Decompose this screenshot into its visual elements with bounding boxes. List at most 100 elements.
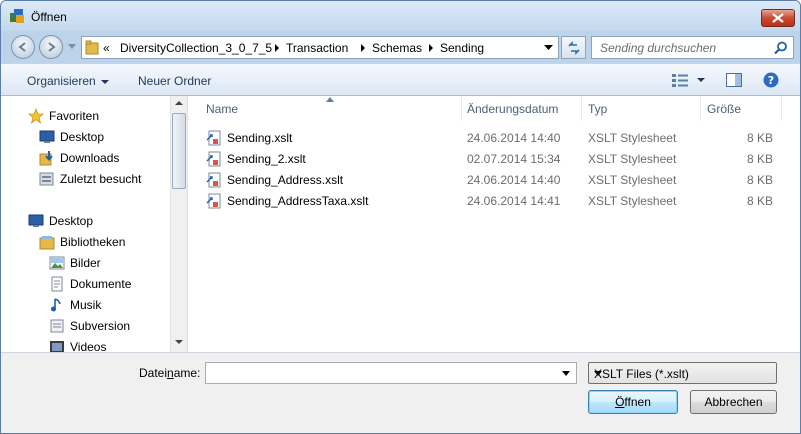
sort-ascending-icon bbox=[326, 97, 334, 102]
file-date: 24.06.2014 14:41 bbox=[467, 194, 561, 208]
nav-item-label: Subversion bbox=[70, 319, 131, 333]
filename-label-accesskey: n bbox=[167, 366, 174, 380]
title-bar[interactable]: Öffnen bbox=[1, 1, 800, 31]
star-icon bbox=[28, 108, 44, 124]
breadcrumb-item[interactable]: Sending bbox=[440, 41, 484, 55]
nav-item-label: Bilder bbox=[70, 256, 101, 270]
filename-combobox[interactable] bbox=[205, 362, 577, 384]
breadcrumb-separator-icon[interactable] bbox=[428, 44, 434, 52]
documents-icon bbox=[51, 276, 63, 292]
nav-item-label: Favoriten bbox=[49, 109, 100, 123]
file-type: XSLT Stylesheet bbox=[588, 152, 677, 166]
nav-item-label: Desktop bbox=[49, 214, 94, 228]
scroll-down-icon[interactable] bbox=[175, 340, 183, 344]
breadcrumb-separator-icon[interactable] bbox=[274, 44, 280, 52]
file-type: XSLT Stylesheet bbox=[588, 194, 677, 208]
forward-arrow-icon bbox=[48, 42, 56, 52]
close-icon bbox=[772, 13, 784, 23]
navigation-pane-scrollbar[interactable] bbox=[170, 96, 187, 352]
file-row[interactable]: Sending.xslt 24.06.2014 14:40 XSLT Style… bbox=[206, 128, 786, 148]
file-name: Sending_Address.xslt bbox=[227, 173, 344, 187]
column-divider[interactable] bbox=[781, 96, 782, 121]
nav-item-label: Desktop bbox=[60, 130, 105, 144]
file-row[interactable]: Sending_Address.xslt 24.06.2014 14:40 XS… bbox=[206, 170, 786, 190]
breadcrumb-item[interactable]: DiversityCollection_3_0_7_5 bbox=[120, 41, 272, 55]
search-box[interactable] bbox=[591, 36, 794, 59]
nav-item-pictures[interactable]: Bilder bbox=[49, 253, 101, 273]
nav-item-label: Downloads bbox=[60, 151, 120, 165]
view-options-chevron-down-icon[interactable] bbox=[697, 78, 705, 82]
back-button[interactable] bbox=[11, 35, 35, 59]
breadcrumb-item[interactable]: Schemas bbox=[372, 41, 422, 55]
breadcrumb-overflow[interactable]: « bbox=[103, 41, 110, 55]
cancel-button[interactable]: Abbrechen bbox=[690, 390, 777, 414]
filename-label: Dateiname: bbox=[139, 366, 200, 380]
desktop-icon bbox=[39, 130, 55, 143]
nav-item-label: Zuletzt besucht bbox=[60, 172, 142, 186]
xslt-file-icon bbox=[206, 130, 221, 146]
nav-item-videos[interactable]: Videos bbox=[49, 337, 106, 352]
desktop-icon bbox=[28, 214, 44, 227]
nav-item-music[interactable]: Musik bbox=[49, 295, 101, 315]
command-bar: Organisieren Neuer Ordner ? bbox=[1, 63, 800, 96]
change-view-icon[interactable] bbox=[672, 74, 688, 87]
scrollbar-thumb[interactable] bbox=[172, 113, 186, 189]
nav-item-downloads[interactable]: Downloads bbox=[39, 148, 119, 168]
help-icon[interactable]: ? bbox=[763, 72, 779, 88]
recent-places-icon bbox=[39, 172, 54, 186]
search-icon[interactable] bbox=[774, 41, 788, 55]
nav-item-label: Dokumente bbox=[70, 277, 132, 291]
column-divider[interactable] bbox=[581, 96, 582, 121]
file-type: XSLT Stylesheet bbox=[588, 131, 677, 145]
column-header-date[interactable]: Änderungsdatum bbox=[467, 96, 558, 121]
organize-label: Organisieren bbox=[27, 74, 96, 88]
column-header-type[interactable]: Typ bbox=[588, 96, 607, 121]
forward-button[interactable] bbox=[39, 35, 63, 59]
organize-menu-button[interactable]: Organisieren bbox=[27, 74, 109, 88]
navigation-pane[interactable]: Favoriten Desktop Downloads Zuletzt besu… bbox=[1, 96, 188, 352]
xslt-file-icon bbox=[206, 151, 221, 167]
column-header-name[interactable]: Name bbox=[206, 96, 238, 121]
navigation-bar: « DiversityCollection_3_0_7_5 Transactio… bbox=[1, 31, 800, 63]
open-button[interactable]: Öffnen bbox=[588, 390, 678, 414]
chevron-down-icon[interactable] bbox=[562, 371, 570, 376]
column-header-size[interactable]: Größe bbox=[707, 96, 741, 121]
file-list[interactable]: Name Änderungsdatum Typ Größe Sending.xs… bbox=[189, 96, 800, 352]
scroll-up-icon[interactable] bbox=[175, 101, 183, 105]
nav-item-libraries[interactable]: Bibliotheken bbox=[39, 232, 125, 252]
open-button-accesskey: Ö bbox=[615, 395, 625, 409]
filename-label-part: ame: bbox=[173, 366, 201, 380]
nav-item-favorites[interactable]: Favoriten bbox=[28, 106, 99, 126]
window-title: Öffnen bbox=[31, 10, 67, 24]
nav-item-subversion[interactable]: Subversion bbox=[49, 316, 130, 336]
refresh-button[interactable] bbox=[561, 36, 586, 59]
file-row[interactable]: Sending_AddressTaxa.xslt 24.06.2014 14:4… bbox=[206, 191, 786, 211]
file-name: Sending_2.xslt bbox=[227, 152, 306, 166]
column-divider[interactable] bbox=[461, 96, 462, 121]
file-size: 8 KB bbox=[746, 173, 773, 187]
search-input[interactable] bbox=[592, 37, 770, 58]
folder-icon bbox=[85, 40, 99, 55]
file-row[interactable]: Sending_2.xslt 02.07.2014 15:34 XSLT Sty… bbox=[206, 149, 786, 169]
breadcrumb-item[interactable]: Transaction bbox=[286, 41, 348, 55]
nav-item-documents[interactable]: Dokumente bbox=[49, 274, 131, 294]
preview-pane-icon[interactable] bbox=[726, 73, 742, 87]
column-divider[interactable] bbox=[700, 96, 701, 121]
breadcrumb-separator-icon[interactable] bbox=[360, 44, 366, 52]
pictures-icon bbox=[49, 256, 65, 270]
new-folder-button[interactable]: Neuer Ordner bbox=[138, 74, 211, 88]
nav-item-recent-places[interactable]: Zuletzt besucht bbox=[39, 169, 141, 189]
nav-item-desktop[interactable]: Desktop bbox=[39, 127, 104, 147]
filename-input[interactable] bbox=[206, 363, 556, 383]
nav-item-desktop-root[interactable]: Desktop bbox=[28, 211, 93, 231]
file-name: Sending.xslt bbox=[227, 131, 293, 145]
subversion-icon bbox=[50, 319, 64, 333]
recent-pages-chevron-down-icon[interactable] bbox=[68, 44, 76, 50]
back-arrow-icon bbox=[18, 42, 26, 52]
refresh-icon bbox=[567, 40, 580, 55]
file-type-filter-select[interactable]: XSLT Files (*.xslt) bbox=[588, 362, 777, 384]
chevron-down-icon bbox=[594, 371, 602, 376]
address-bar[interactable]: « DiversityCollection_3_0_7_5 Transactio… bbox=[81, 36, 559, 59]
chevron-down-icon[interactable] bbox=[544, 45, 553, 51]
close-button[interactable] bbox=[761, 9, 795, 27]
